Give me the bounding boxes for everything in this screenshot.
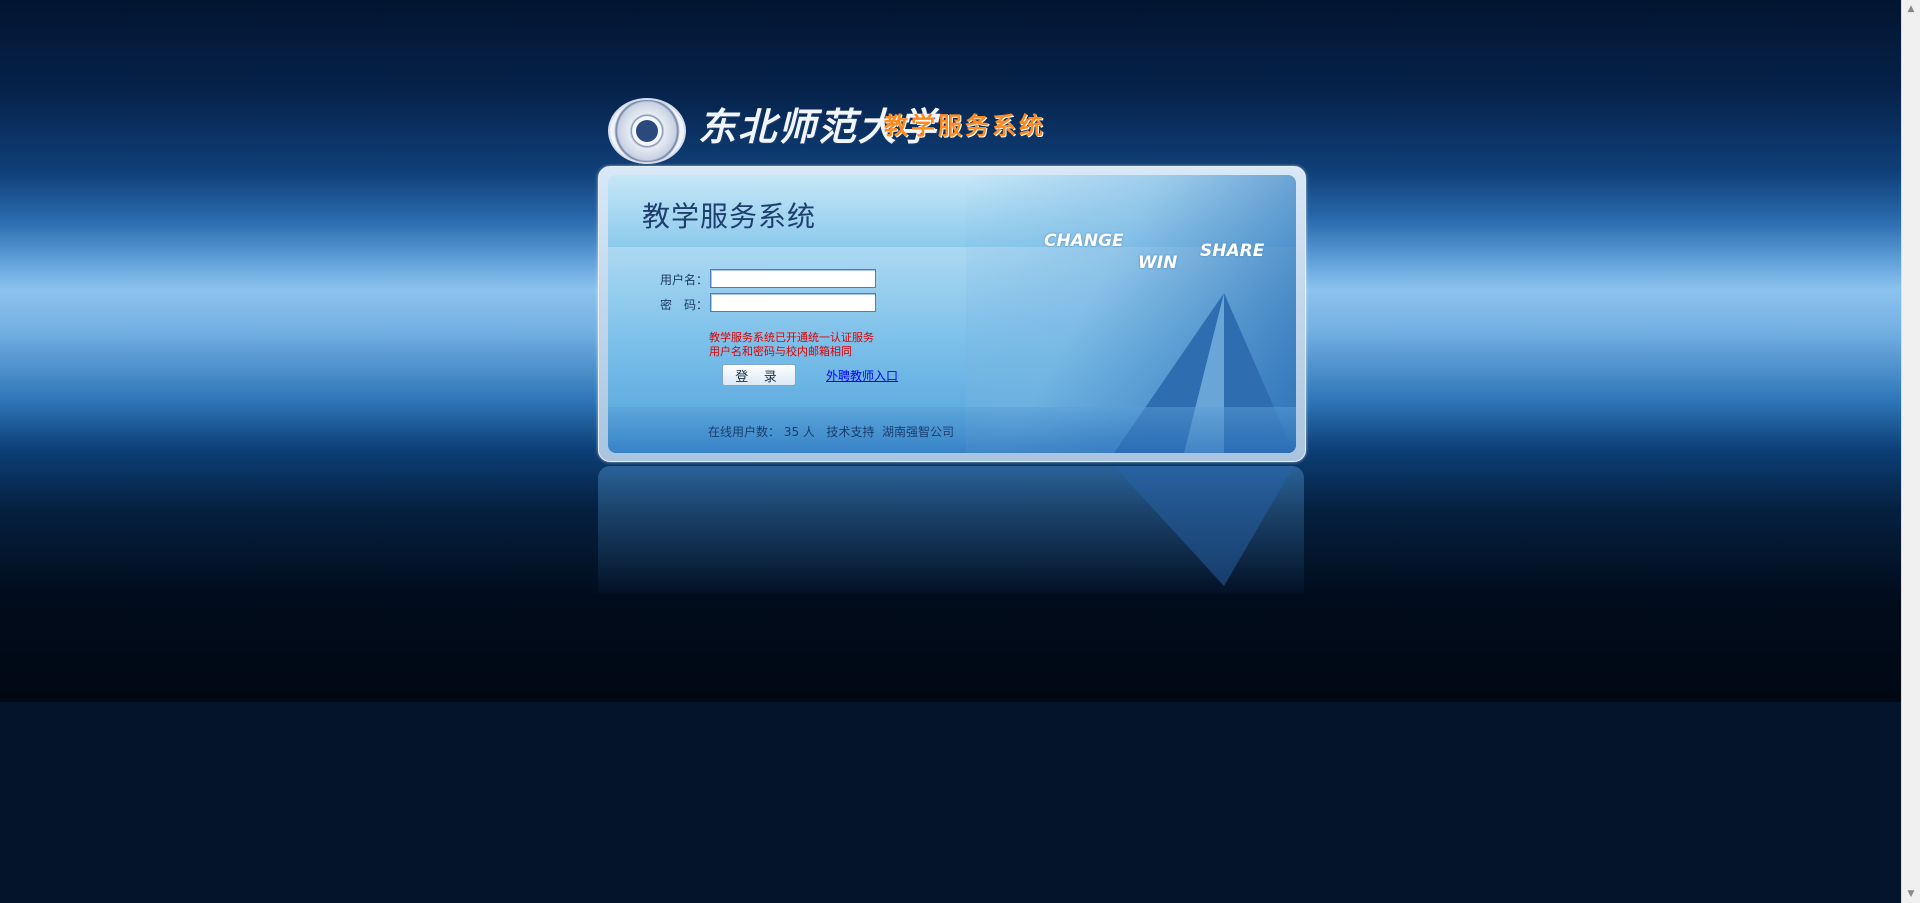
panel-title: 教学服务系统 <box>642 200 817 233</box>
reflection-pyramid <box>1114 466 1294 586</box>
slogan-change: CHANGE <box>1044 231 1124 251</box>
online-status-line: 在线用户数： 35 人 技术支持 湖南强智公司 <box>708 425 954 439</box>
banner-system-name: 教学服务系统 <box>884 112 1046 140</box>
scroll-down-arrow-icon[interactable]: ▼ <box>1904 887 1918 901</box>
username-input[interactable] <box>710 269 876 288</box>
page-background-bottom <box>0 702 1902 903</box>
external-teacher-link[interactable]: 外聘教师入口 <box>826 367 898 384</box>
slogan-share: SHARE <box>1200 241 1265 261</box>
scroll-up-arrow-icon[interactable]: ▲ <box>1904 2 1918 16</box>
slogan-win: WIN <box>1138 253 1178 273</box>
vertical-scrollbar[interactable]: ▲ ▼ <box>1901 0 1920 903</box>
sso-notice: 教学服务系统已开通统一认证服务 用户名和密码与校内邮箱相同 <box>709 331 874 359</box>
login-panel: 教学服务系统 CHANGE WIN SHARE 用户名： 密 码： 教学服务系统… <box>598 166 1306 462</box>
sso-notice-line2: 用户名和密码与校内邮箱相同 <box>709 345 852 358</box>
login-button[interactable]: 登 录 <box>722 364 796 386</box>
sso-notice-line1: 教学服务系统已开通统一认证服务 <box>709 331 874 344</box>
password-label: 密 码： <box>660 298 709 312</box>
username-label: 用户名： <box>660 273 709 287</box>
login-panel-inner: 教学服务系统 CHANGE WIN SHARE 用户名： 密 码： 教学服务系统… <box>608 175 1296 453</box>
header-banner: 东北师范大学 教学服务系统 <box>598 92 1306 164</box>
password-input[interactable] <box>710 293 876 312</box>
panel-reflection <box>598 466 1304 594</box>
seal-center <box>636 120 658 142</box>
university-seal-icon <box>608 98 686 164</box>
